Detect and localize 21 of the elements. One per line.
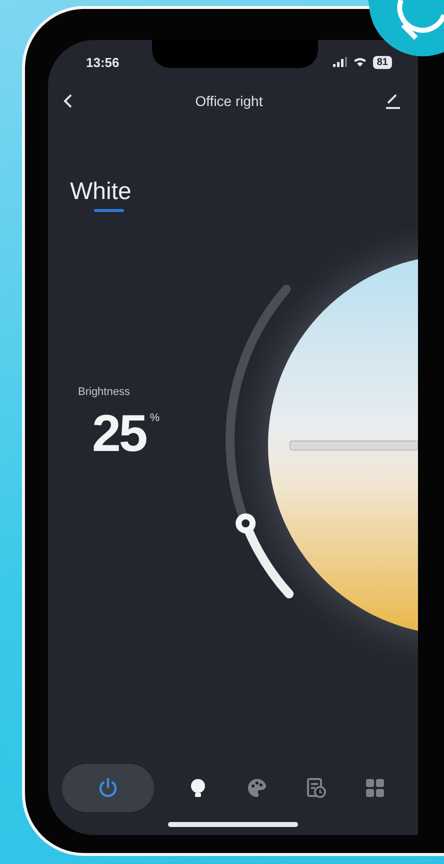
signal-icon [332, 57, 347, 67]
device-title: Office right [194, 93, 264, 109]
grid-icon [364, 777, 386, 799]
brightness-label: Brightness [78, 386, 131, 398]
brightness-value: 25 [92, 408, 146, 460]
brightness-slider[interactable] [226, 284, 294, 598]
percent-unit: % [150, 412, 160, 424]
schedule-icon [304, 777, 327, 799]
palette-icon [246, 777, 268, 799]
wifi-icon [352, 57, 367, 67]
edit-button[interactable] [384, 93, 402, 109]
status-time: 13:56 [86, 54, 120, 70]
back-chevron-icon [62, 93, 74, 109]
edit-pencil-icon [384, 93, 402, 109]
back-button[interactable] [62, 93, 74, 109]
temperature-slider-handle[interactable] [290, 440, 418, 450]
power-icon [97, 777, 120, 799]
battery-level: 81 [372, 56, 392, 68]
mode-tab[interactable]: White [70, 178, 132, 212]
brightness-thumb[interactable] [236, 513, 256, 534]
power-button[interactable] [62, 764, 154, 812]
